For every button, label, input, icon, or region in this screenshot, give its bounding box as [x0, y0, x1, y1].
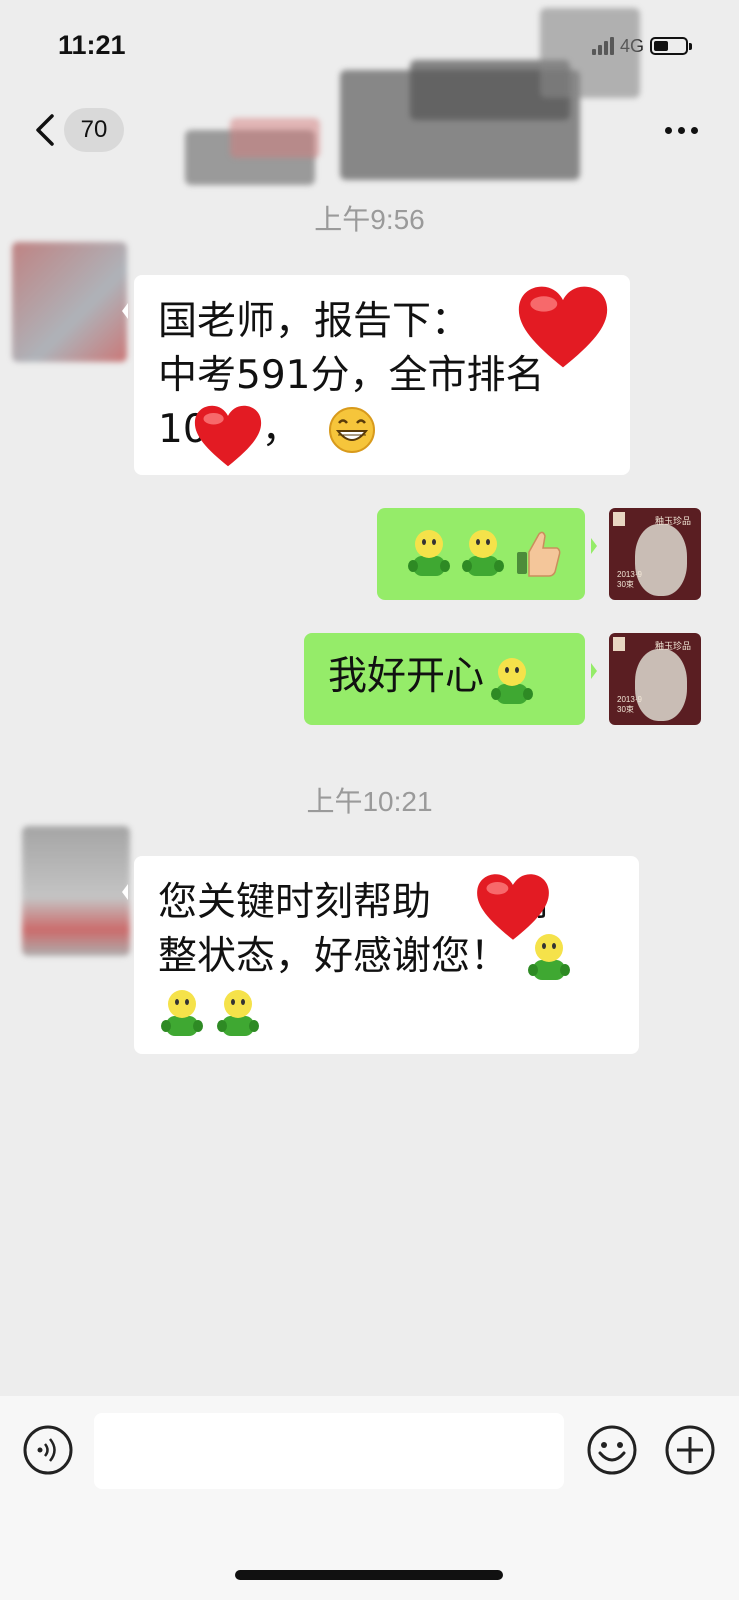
avatar[interactable]: [12, 242, 127, 362]
green-person-icon: [161, 990, 203, 1036]
green-person-icon: [462, 530, 504, 576]
avatar-sub: 30束: [617, 580, 634, 589]
message-timestamp: 上午10:21: [306, 786, 433, 817]
heart-icon: [194, 405, 262, 467]
heart-icon: [518, 286, 608, 368]
message-input[interactable]: [94, 1413, 564, 1489]
avatar-caption: 釉玉珍品: [655, 641, 692, 651]
battery-icon: [650, 37, 693, 55]
outgoing-message: 我好开心: [304, 633, 597, 725]
message-line: 您关键时刻帮助: [158, 880, 432, 925]
avatar-date: 2013·9: [617, 570, 642, 579]
ellipsis-icon[interactable]: [665, 120, 705, 140]
thumbs-up-icon: [517, 531, 561, 577]
home-indicator: [235, 1570, 503, 1580]
green-person-icon: [217, 990, 259, 1036]
plus-icon[interactable]: [664, 1424, 716, 1476]
heart-icon: [477, 874, 549, 940]
avatar-caption: 釉玉珍品: [655, 516, 692, 526]
incoming-message: 您关键时刻帮助 调 整状态，好感谢您！: [122, 856, 639, 1054]
green-person-icon: [491, 658, 534, 704]
avatar-date: 2013·9: [617, 695, 642, 704]
avatar[interactable]: [22, 826, 130, 956]
message-timestamp: 上午9:56: [314, 204, 425, 235]
green-person-icon: [408, 530, 450, 576]
chevron-left-icon[interactable]: [30, 110, 60, 150]
smiley-icon[interactable]: [586, 1424, 638, 1476]
status-time: 11:21: [58, 30, 126, 60]
message-line: 整状态，好感谢您！: [158, 934, 510, 979]
voice-icon[interactable]: [22, 1424, 74, 1476]
unread-count-badge[interactable]: 70: [64, 108, 124, 152]
message-line: ，: [261, 407, 301, 452]
message-text: 我好开心: [328, 654, 485, 699]
my-avatar[interactable]: 釉玉珍品 2013·9 30束: [609, 508, 701, 600]
grinning-face-icon: [328, 407, 375, 453]
my-avatar[interactable]: 釉玉珍品 2013·9 30束: [609, 633, 701, 725]
outgoing-message: [377, 508, 597, 600]
avatar-sub: 30束: [617, 705, 634, 714]
